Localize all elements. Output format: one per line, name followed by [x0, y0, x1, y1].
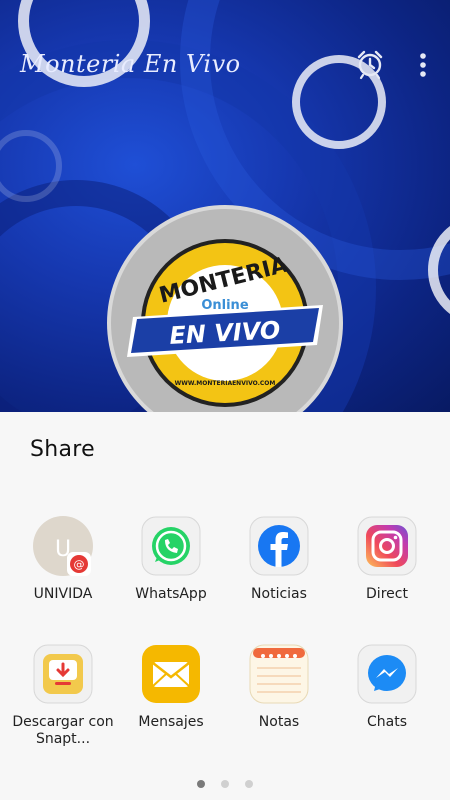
share-target-label: WhatsApp	[135, 586, 207, 602]
share-target-mensajes[interactable]: Mensajes	[116, 644, 226, 731]
univida-icon: U @	[33, 516, 93, 576]
more-vert-icon	[420, 53, 426, 77]
alarm-icon	[357, 50, 383, 80]
alarm-button[interactable]	[354, 48, 386, 80]
share-target-univida[interactable]: U @ UNIVIDA	[8, 516, 118, 603]
share-target-noticias[interactable]: Noticias	[224, 516, 334, 603]
station-logo[interactable]: MONTERIA Online EN VIVO WWW.MONTERIAENVI…	[107, 205, 343, 412]
share-target-label: Noticias	[251, 586, 307, 602]
instagram-icon	[357, 516, 417, 576]
whatsapp-icon	[141, 516, 201, 576]
share-target-label: Descargar con Snapt...	[12, 714, 114, 747]
share-target-label: Notas	[258, 714, 300, 730]
app-title: Monteria En Vivo	[20, 50, 241, 78]
page-dot[interactable]	[245, 780, 253, 788]
snaptube-icon	[33, 644, 93, 704]
envelope-icon	[142, 645, 200, 703]
facebook-icon	[249, 516, 309, 576]
share-target-chats[interactable]: Chats	[332, 644, 442, 731]
share-target-snaptube[interactable]: Descargar con Snapt...	[8, 644, 118, 748]
overflow-menu-button[interactable]	[412, 50, 434, 80]
logo-url-text: WWW.MONTERIAENVIVO.COM	[175, 380, 276, 387]
share-target-direct[interactable]: Direct	[332, 516, 442, 603]
page-indicator	[0, 780, 450, 790]
share-target-label: Mensajes	[138, 714, 204, 730]
app-background: Monteria En Vivo MONTERIA Online EN VIVO…	[0, 0, 450, 412]
share-sheet: Share U @ UNIVIDA WhatsApp Noticias Dire…	[0, 412, 450, 800]
page-dot[interactable]	[221, 780, 229, 788]
share-target-label: UNIVIDA	[33, 586, 93, 602]
share-target-label: Chats	[366, 714, 407, 730]
messenger-icon	[357, 644, 417, 704]
page-dot-active[interactable]	[197, 780, 205, 788]
share-target-notas[interactable]: Notas	[224, 644, 334, 731]
svg-text:@: @	[74, 558, 85, 571]
share-target-whatsapp[interactable]: WhatsApp	[116, 516, 226, 603]
notes-icon	[249, 644, 309, 704]
logo-envivo-text: EN VIVO	[169, 316, 281, 350]
share-target-label: Direct	[366, 586, 408, 602]
share-title: Share	[30, 437, 95, 462]
